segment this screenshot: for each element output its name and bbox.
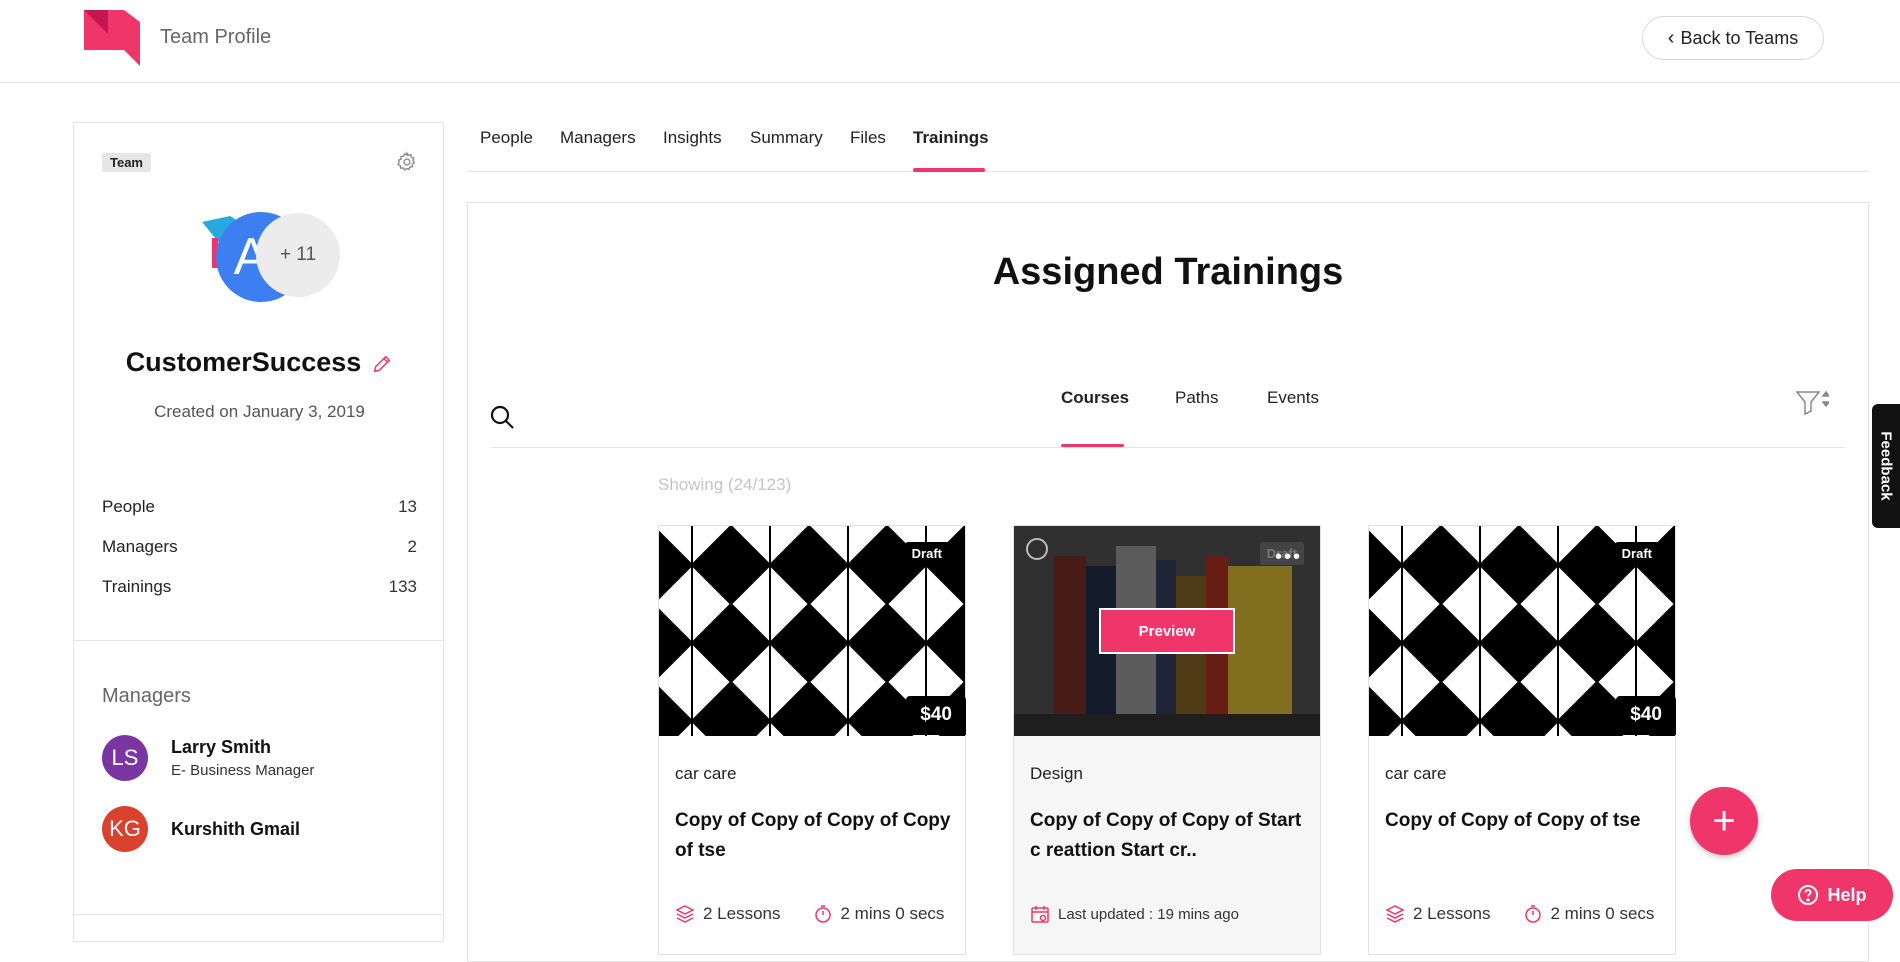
assigned-trainings-panel: Assigned Trainings Courses Paths Events … <box>467 202 1869 962</box>
course-category: car care <box>675 764 737 783</box>
stat-trainings[interactable]: Trainings 133 <box>102 567 417 607</box>
course-category: Design <box>1030 764 1083 783</box>
price-tag: $40 <box>1616 696 1676 735</box>
more-options-icon[interactable]: ••• <box>1275 546 1302 569</box>
team-badge: Team <box>102 153 151 172</box>
timer-icon <box>814 905 831 923</box>
select-checkbox[interactable] <box>1026 538 1048 560</box>
avatar: LS <box>102 735 148 781</box>
course-category: car care <box>1385 764 1447 783</box>
search-icon[interactable] <box>488 403 516 431</box>
status-badge: Draft <box>904 542 949 565</box>
app-logo[interactable] <box>84 10 140 66</box>
course-title[interactable]: Copy of Copy of Copy of Start c reattion… <box>1030 806 1310 866</box>
stat-people[interactable]: People 13 <box>102 487 417 527</box>
add-training-button[interactable]: + <box>1690 787 1758 855</box>
course-title[interactable]: Copy of Copy of Copy of Copy of tse <box>675 806 955 866</box>
divider <box>74 640 443 641</box>
stat-value: 133 <box>388 577 417 596</box>
manager-role: E- Business Manager <box>171 762 315 779</box>
timer-icon <box>1524 905 1541 923</box>
help-button[interactable]: Help <box>1771 869 1893 921</box>
page-title: Team Profile <box>160 26 272 48</box>
tab-paths[interactable]: Paths <box>1175 388 1218 408</box>
team-avatars: A + 11 <box>200 208 350 303</box>
help-label: Help <box>1827 884 1867 905</box>
course-meta: 2 Lessons 2 mins 0 secs <box>1385 904 1654 924</box>
tab-trainings[interactable]: Trainings <box>913 128 989 148</box>
top-bar: Team Profile ‹ Back to Teams <box>0 0 1900 83</box>
tab-people[interactable]: People <box>480 128 533 148</box>
stat-label: People <box>102 497 155 516</box>
divider <box>74 914 443 915</box>
tab-events[interactable]: Events <box>1267 388 1319 408</box>
layers-icon <box>675 905 695 923</box>
chevron-left-icon: ‹ <box>1667 26 1675 49</box>
stat-label: Trainings <box>102 577 172 596</box>
course-title[interactable]: Copy of Copy of Copy of tse <box>1385 806 1665 836</box>
showing-count: Showing (24/123) <box>658 475 792 494</box>
feedback-tab[interactable]: Feedback <box>1872 404 1900 528</box>
last-updated: Last updated : 19 mins ago <box>1058 905 1239 923</box>
preview-button[interactable]: Preview <box>1099 608 1235 654</box>
tab-courses[interactable]: Courses <box>1061 388 1129 408</box>
manager-item[interactable]: KG Kurshith Gmail <box>102 806 300 852</box>
stat-managers[interactable]: Managers 2 <box>102 527 417 567</box>
section-title: Assigned Trainings <box>992 251 1344 293</box>
stat-label: Managers <box>102 537 178 556</box>
team-stats: People 13 Managers 2 Trainings 133 <box>102 487 417 607</box>
created-date: Created on January 3, 2019 <box>154 402 365 421</box>
gear-icon[interactable] <box>396 151 418 173</box>
managers-heading: Managers <box>102 685 191 707</box>
course-card[interactable]: Draft $40 car care Copy of Copy of Copy … <box>658 525 966 955</box>
manager-item[interactable]: LS Larry Smith E- Business Manager <box>102 735 314 781</box>
calendar-icon <box>1031 906 1049 923</box>
course-duration: 2 mins 0 secs <box>1550 904 1655 923</box>
lessons-count: 2 Lessons <box>703 904 781 923</box>
back-to-teams-label: Back to Teams <box>1680 27 1799 48</box>
course-meta: 2 Lessons 2 mins 0 secs <box>675 904 944 924</box>
tab-managers[interactable]: Managers <box>560 128 636 148</box>
manager-name: Larry Smith <box>171 737 272 757</box>
question-icon <box>1798 885 1819 905</box>
team-sidebar: Team A + 11 CustomerSuccess Created on J… <box>73 122 444 942</box>
profile-tabs: People Managers Insights Summary Files T… <box>467 122 1869 172</box>
lessons-count: 2 Lessons <box>1413 904 1491 923</box>
pencil-icon[interactable] <box>371 353 393 375</box>
team-name-text: CustomerSuccess <box>125 347 362 377</box>
status-badge: Draft <box>1614 542 1659 565</box>
tab-files[interactable]: Files <box>850 128 886 148</box>
price-tag: $40 <box>906 696 966 735</box>
team-name: CustomerSuccess <box>74 347 445 378</box>
stat-value: 13 <box>398 497 417 516</box>
avatar: KG <box>102 806 148 852</box>
back-to-teams-button[interactable]: ‹ Back to Teams <box>1642 16 1824 60</box>
course-card[interactable]: Draft $40 car care Copy of Copy of Copy … <box>1368 525 1676 955</box>
more-members-avatar[interactable]: + 11 <box>256 213 340 297</box>
filter-sort-icon[interactable] <box>1795 388 1829 416</box>
tab-summary[interactable]: Summary <box>750 128 823 148</box>
active-subtab-indicator <box>1061 444 1124 447</box>
training-type-tabs: Courses Paths Events <box>490 388 1846 448</box>
course-meta: Last updated : 19 mins ago <box>1030 904 1239 924</box>
layers-icon <box>1385 905 1405 923</box>
manager-name: Kurshith Gmail <box>171 818 301 839</box>
feedback-label: Feedback <box>1877 431 1895 501</box>
course-duration: 2 mins 0 secs <box>840 904 945 923</box>
tab-insights[interactable]: Insights <box>663 128 722 148</box>
course-card[interactable]: Draft ••• Preview Design Copy of Copy of… <box>1013 525 1321 955</box>
stat-value: 2 <box>407 537 417 556</box>
active-tab-indicator <box>913 168 985 172</box>
